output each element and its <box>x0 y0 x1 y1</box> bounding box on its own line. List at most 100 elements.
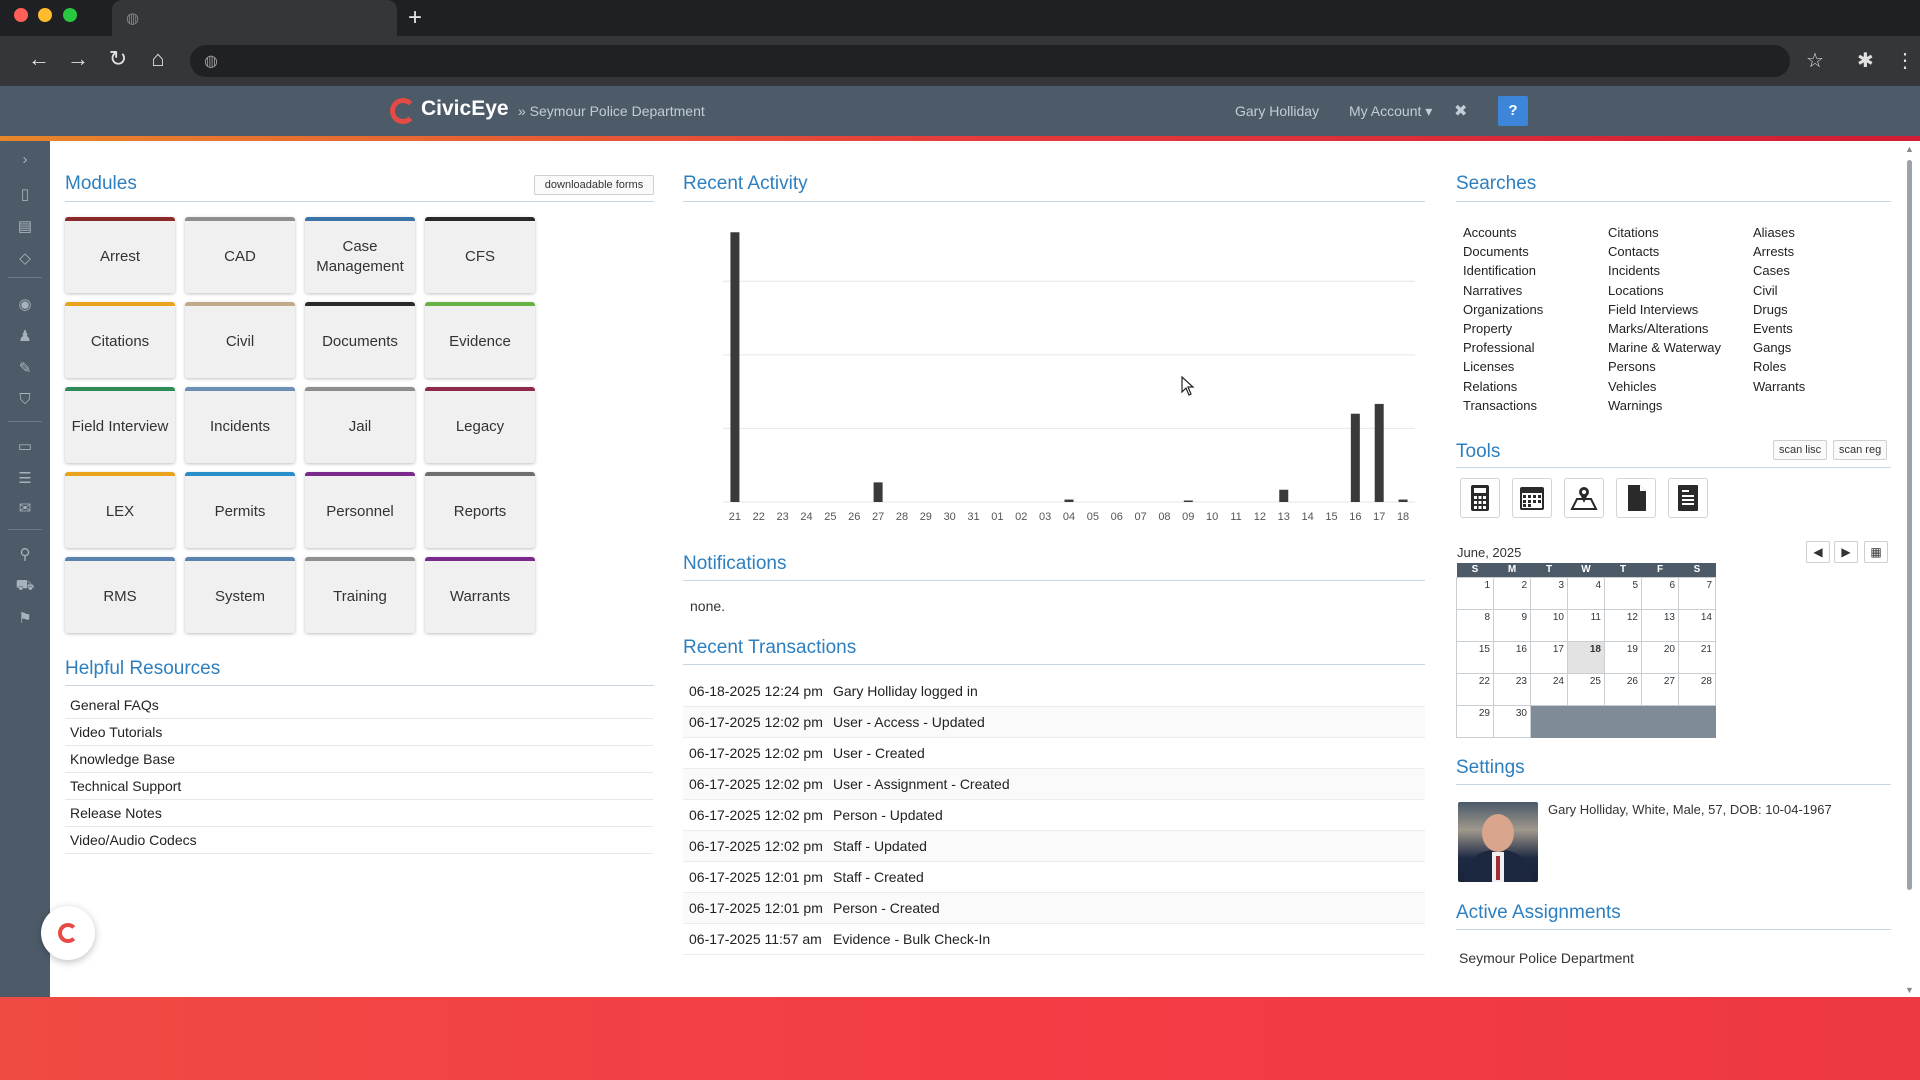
breadcrumb[interactable]: » Seymour Police Department <box>518 103 705 119</box>
new-tab-button[interactable]: + <box>408 4 422 32</box>
search-link[interactable]: Events <box>1753 319 1893 338</box>
calendar-day[interactable]: 9 <box>1493 608 1531 642</box>
resource-link[interactable]: Knowledge Base <box>65 746 653 773</box>
module-tile[interactable]: Permits <box>185 472 295 548</box>
search-link[interactable]: Incidents <box>1608 261 1753 280</box>
calendar-day[interactable]: 8 <box>1456 608 1494 642</box>
address-bar[interactable]: ◍ <box>190 45 1790 77</box>
calendar-day[interactable]: 30 <box>1493 704 1531 738</box>
calendar-day[interactable]: 23 <box>1493 672 1531 706</box>
search-link[interactable]: Drugs <box>1753 300 1893 319</box>
search-link[interactable]: Licenses <box>1463 357 1608 376</box>
search-link[interactable]: Documents <box>1463 242 1608 261</box>
logout-icon[interactable]: ✖ <box>1454 101 1467 121</box>
calendar-day[interactable]: 21 <box>1678 640 1716 674</box>
calendar-day[interactable]: 26 <box>1604 672 1642 706</box>
home-icon[interactable]: ⌂ <box>143 46 173 72</box>
scan-registration-button[interactable]: scan reg <box>1833 440 1888 460</box>
search-link[interactable]: Relations <box>1463 377 1608 396</box>
search-link[interactable]: Organizations <box>1463 300 1608 319</box>
search-link[interactable]: Gangs <box>1753 338 1893 357</box>
person-circle-icon[interactable]: ◉ <box>15 295 35 313</box>
module-tile[interactable]: LEX <box>65 472 175 548</box>
site-info-icon[interactable]: ◍ <box>204 51 218 71</box>
calendar-day[interactable]: 22 <box>1456 672 1494 706</box>
calendar-day[interactable]: 17 <box>1530 640 1568 674</box>
resource-link[interactable]: Video/Audio Codecs <box>65 827 653 854</box>
search-link[interactable]: Persons <box>1608 357 1753 376</box>
calendar-day[interactable]: 28 <box>1678 672 1716 706</box>
chart-bar[interactable] <box>1350 413 1360 502</box>
downloadable-forms-button[interactable]: downloadable forms <box>534 175 654 195</box>
module-tile[interactable]: Field Interview <box>65 387 175 463</box>
search-link[interactable]: Warnings <box>1608 396 1753 415</box>
user-name-link[interactable]: Gary Holliday <box>1235 103 1319 119</box>
profile-summary[interactable]: Gary Holliday, White, Male, 57, DOB: 10-… <box>1548 802 1832 817</box>
chart-bar[interactable] <box>1398 499 1408 502</box>
transaction-row[interactable]: 06-17-2025 12:02 pm User - Access - Updat… <box>683 707 1425 738</box>
module-tile[interactable]: Jail <box>305 387 415 463</box>
search-link[interactable]: Property <box>1463 319 1608 338</box>
transaction-row[interactable]: 06-17-2025 12:01 pm Staff - Created <box>683 862 1425 893</box>
search-link[interactable]: Arrests <box>1753 242 1893 261</box>
module-tile[interactable]: Evidence <box>425 302 535 378</box>
search-link[interactable]: Professional <box>1463 338 1608 357</box>
resource-link[interactable]: Technical Support <box>65 773 653 800</box>
calendar-day[interactable]: 5 <box>1604 576 1642 610</box>
calendar-day[interactable]: 20 <box>1641 640 1679 674</box>
calendar-day[interactable]: 24 <box>1530 672 1568 706</box>
module-tile[interactable]: Civil <box>185 302 295 378</box>
module-tile[interactable]: CFS <box>425 217 535 293</box>
org-chart-icon[interactable]: ⚲ <box>15 545 35 563</box>
module-tile[interactable]: Incidents <box>185 387 295 463</box>
transaction-row[interactable]: 06-17-2025 12:02 pm Staff - Updated <box>683 831 1425 862</box>
search-link[interactable]: Locations <box>1608 281 1753 300</box>
module-tile[interactable]: Reports <box>425 472 535 548</box>
search-link[interactable]: Cases <box>1753 261 1893 280</box>
calculator-icon[interactable] <box>1460 478 1500 518</box>
app-logo[interactable]: CivicEye <box>421 97 509 121</box>
calendar-day[interactable]: 7 <box>1678 576 1716 610</box>
report-icon[interactable] <box>1668 478 1708 518</box>
module-tile[interactable]: Training <box>305 557 415 633</box>
calendar-day[interactable]: 6 <box>1641 576 1679 610</box>
profile-photo[interactable] <box>1458 802 1538 882</box>
transaction-row[interactable]: 06-17-2025 11:57 am Evidence - Bulk Check… <box>683 924 1425 955</box>
minimize-window-button[interactable] <box>38 8 52 22</box>
browser-tab[interactable] <box>112 0 397 36</box>
bookmark-star-icon[interactable]: ☆ <box>1806 48 1824 73</box>
calendar-prev-button[interactable]: ◀ <box>1806 541 1830 563</box>
calendar-day[interactable]: 1 <box>1456 576 1494 610</box>
chart-bar[interactable] <box>873 482 883 502</box>
forward-icon[interactable]: → <box>63 46 93 72</box>
transaction-row[interactable]: 06-17-2025 12:01 pm Person - Created <box>683 893 1425 924</box>
calendar-day[interactable]: 29 <box>1456 704 1494 738</box>
resource-link[interactable]: Video Tutorials <box>65 719 653 746</box>
module-tile[interactable]: Personnel <box>305 472 415 548</box>
users-icon[interactable]: ♟ <box>15 327 35 345</box>
search-link[interactable]: Vehicles <box>1608 377 1753 396</box>
transaction-row[interactable]: 06-17-2025 12:02 pm User - Assignment - C… <box>683 769 1425 800</box>
module-tile[interactable]: Case Management <box>305 217 415 293</box>
calendar-day[interactable]: 12 <box>1604 608 1642 642</box>
copy-icon[interactable]: ▯ <box>15 185 35 203</box>
scan-license-button[interactable]: scan lisc <box>1773 440 1828 460</box>
resource-link[interactable]: General FAQs <box>65 692 653 719</box>
search-link[interactable]: Marks/Alterations <box>1608 319 1753 338</box>
transaction-row[interactable]: 06-18-2025 12:24 pm Gary Holliday logged … <box>683 676 1425 707</box>
calendar-icon[interactable] <box>1512 478 1552 518</box>
expand-sidebar-icon[interactable]: › <box>15 151 35 168</box>
vehicle-icon[interactable]: ⛟ <box>15 577 35 596</box>
chart-bar[interactable] <box>1279 489 1289 502</box>
browser-menu-icon[interactable]: ⋮ <box>1895 48 1915 73</box>
module-tile[interactable]: CAD <box>185 217 295 293</box>
module-tile[interactable]: Arrest <box>65 217 175 293</box>
module-tile[interactable]: Citations <box>65 302 175 378</box>
transaction-row[interactable]: 06-17-2025 12:02 pm Person - Updated <box>683 800 1425 831</box>
search-link[interactable]: Aliases <box>1753 223 1893 242</box>
search-link[interactable]: Narratives <box>1463 281 1608 300</box>
shield-icon[interactable]: ⛉ <box>15 391 35 408</box>
resource-link[interactable]: Release Notes <box>65 800 653 827</box>
calendar-view-button[interactable]: ▦ <box>1864 541 1888 563</box>
calendar-day[interactable]: 25 <box>1567 672 1605 706</box>
